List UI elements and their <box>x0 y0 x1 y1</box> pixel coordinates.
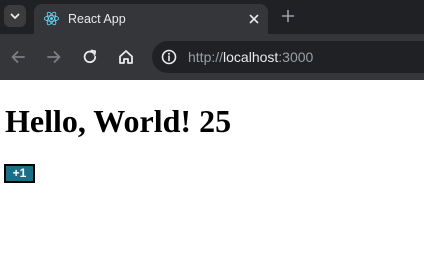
info-icon[interactable] <box>161 49 177 65</box>
tab-react-app[interactable]: React App <box>34 4 268 34</box>
tab-strip: React App <box>0 0 424 34</box>
close-icon[interactable] <box>246 11 262 27</box>
home-icon[interactable] <box>117 48 135 66</box>
new-tab-icon[interactable] <box>280 8 296 24</box>
url-host: localhost <box>223 49 279 65</box>
reload-icon[interactable] <box>81 48 99 66</box>
browser-chrome: React App http://localhost:3000 <box>0 0 424 80</box>
chevron-down-icon <box>10 13 20 19</box>
increment-button[interactable]: +1 <box>4 164 35 183</box>
browser-toolbar: http://localhost:3000 <box>0 34 424 80</box>
react-logo-icon <box>43 11 60 26</box>
address-bar[interactable]: http://localhost:3000 <box>152 41 424 73</box>
page-content: Hello, World! 25 +1 <box>0 80 424 256</box>
url-port: :3000 <box>278 49 314 65</box>
arrow-left-icon[interactable] <box>9 48 27 66</box>
tab-title: React App <box>68 12 126 26</box>
url-scheme: http:// <box>188 49 224 65</box>
url-text[interactable]: http://localhost:3000 <box>188 48 313 66</box>
tab-search-button[interactable] <box>4 5 26 27</box>
arrow-right-icon[interactable] <box>45 48 63 66</box>
page-heading: Hello, World! 25 <box>5 103 232 139</box>
